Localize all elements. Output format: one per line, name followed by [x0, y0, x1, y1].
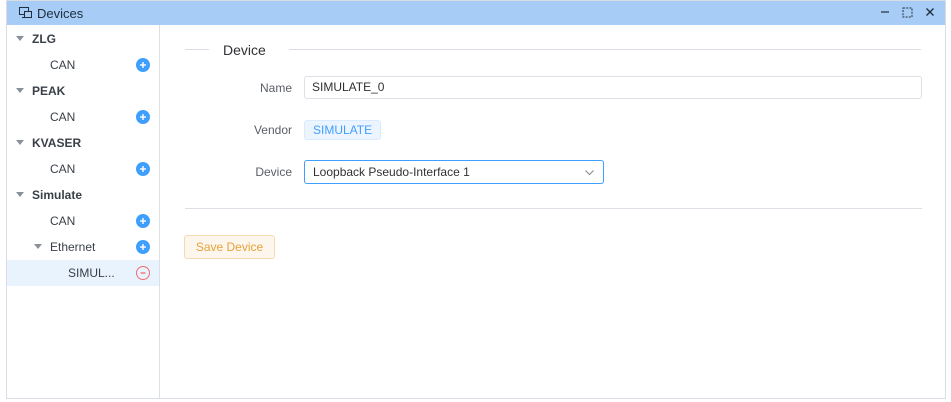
tree-item-simulate-device[interactable]: SIMUL... — [7, 260, 159, 286]
tree-item-label: CAN — [50, 162, 76, 176]
tree-item-simulate-ethernet[interactable]: Ethernet — [7, 234, 159, 260]
tree-item-simulate-can[interactable]: CAN — [7, 208, 159, 234]
title-bar[interactable]: Devices — [7, 1, 945, 25]
tree-item-label: CAN — [50, 110, 76, 124]
tree-group-peak[interactable]: PEAK — [7, 78, 159, 104]
caret-down-icon[interactable] — [34, 244, 42, 249]
devices-icon — [19, 7, 32, 18]
device-select-value: Loopback Pseudo-Interface 1 — [313, 165, 470, 179]
chevron-down-icon — [585, 170, 594, 176]
maximize-icon — [902, 7, 912, 17]
add-simulate-ethernet-button[interactable] — [136, 240, 150, 254]
vendor-label: Vendor — [253, 123, 292, 137]
plus-circle-icon — [140, 62, 146, 68]
close-icon — [926, 8, 934, 16]
plus-circle-icon — [140, 114, 146, 120]
device-label: Device — [255, 165, 292, 179]
form-divider — [185, 208, 922, 209]
tree-group-label: KVASER — [32, 136, 82, 150]
remove-device-button[interactable] — [136, 266, 150, 280]
plus-circle-icon — [140, 166, 146, 172]
minimize-icon — [881, 11, 889, 13]
device-form-panel: Device Name SIMULATE_0 Vendor SIMULATE D… — [161, 25, 945, 398]
device-select[interactable]: Loopback Pseudo-Interface 1 — [304, 160, 604, 184]
tree-item-label: SIMUL... — [68, 266, 115, 280]
tree-item-peak-can[interactable]: CAN — [7, 104, 159, 130]
save-device-button[interactable]: Save Device — [184, 235, 275, 259]
caret-down-icon[interactable] — [16, 36, 24, 41]
tree-group-label: PEAK — [32, 84, 66, 98]
minus-circle-icon — [140, 272, 146, 274]
caret-down-icon[interactable] — [16, 88, 24, 93]
add-kvaser-can-button[interactable] — [136, 162, 150, 176]
add-zlg-can-button[interactable] — [136, 58, 150, 72]
add-simulate-can-button[interactable] — [136, 214, 150, 228]
tree-group-zlg[interactable]: ZLG — [7, 26, 159, 52]
close-button[interactable] — [921, 3, 939, 21]
plus-circle-icon — [140, 218, 146, 224]
vendor-tag: SIMULATE — [304, 120, 382, 140]
tree-item-label: CAN — [50, 214, 76, 228]
add-peak-can-button[interactable] — [136, 110, 150, 124]
tree-group-kvaser[interactable]: KVASER — [7, 130, 159, 156]
section-title: Device — [223, 42, 266, 58]
tree-item-label: CAN — [50, 58, 76, 72]
tree-group-simulate[interactable]: Simulate — [7, 182, 159, 208]
tree-item-label: Ethernet — [50, 240, 96, 254]
plus-circle-icon — [140, 244, 146, 250]
tree-item-kvaser-can[interactable]: CAN — [7, 156, 159, 182]
window-title: Devices — [37, 6, 84, 21]
tree-group-label: Simulate — [32, 188, 83, 202]
device-tree: ZLG CAN PEAK CAN KVASER CAN Simulate CAN… — [7, 25, 160, 398]
tree-group-label: ZLG — [32, 32, 56, 46]
fieldset-border — [185, 49, 209, 50]
name-input[interactable]: SIMULATE_0 — [304, 76, 922, 99]
name-label: Name — [259, 81, 292, 95]
tree-item-zlg-can[interactable]: CAN — [7, 52, 159, 78]
minimize-button[interactable] — [876, 3, 894, 21]
fieldset-border — [289, 49, 921, 50]
caret-down-icon[interactable] — [16, 140, 24, 145]
devices-window: Devices ZLG CAN PEAK CAN KVASER CAN Simu… — [6, 0, 946, 399]
caret-down-icon[interactable] — [16, 192, 24, 197]
maximize-button[interactable] — [898, 3, 916, 21]
